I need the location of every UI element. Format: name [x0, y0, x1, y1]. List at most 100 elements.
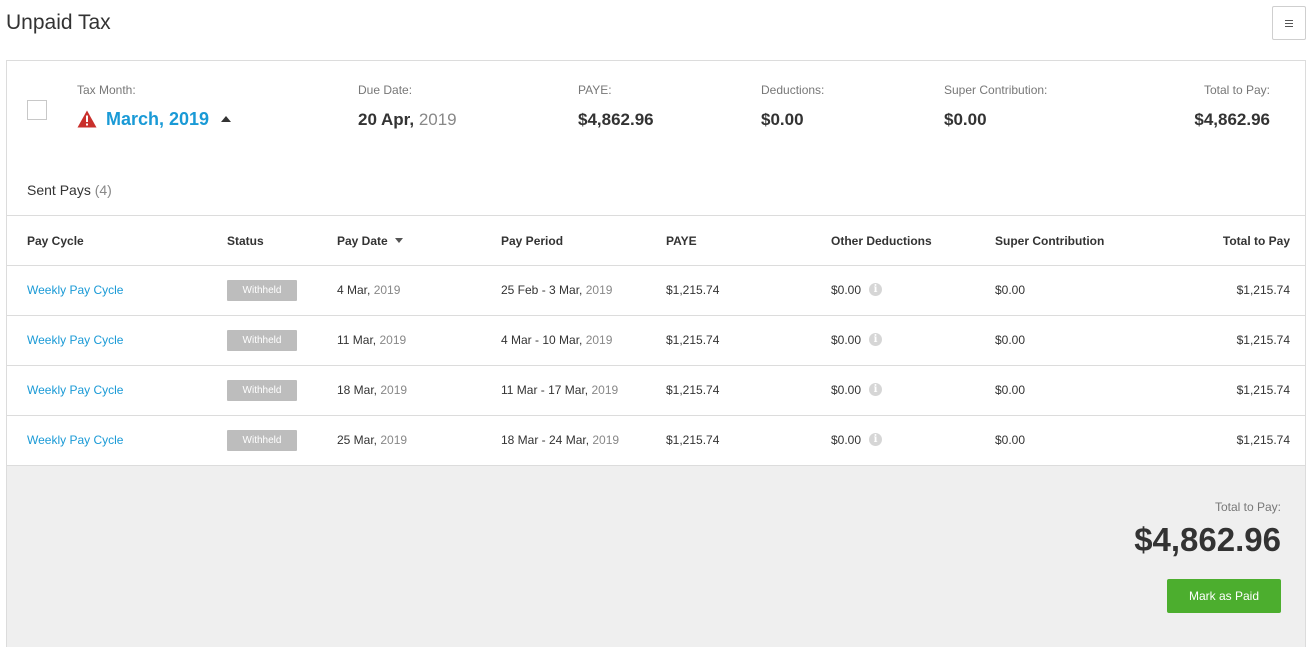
super-contribution-cell: $0.00 — [995, 383, 1026, 397]
due-date-column: Due Date: 20 Apr, 2019 — [358, 83, 457, 131]
super-contribution-column: Super Contribution: $0.00 — [944, 83, 1047, 131]
pay-period-year: 2019 — [591, 383, 619, 397]
paye-label: PAYE: — [578, 83, 612, 97]
pay-date-year: 2019 — [373, 283, 401, 297]
header-paye[interactable]: PAYE — [666, 216, 697, 266]
paye-cell: $1,215.74 — [666, 283, 720, 297]
pay-cycle-link[interactable]: Weekly Pay Cycle — [27, 383, 123, 397]
pay-period-year: 2019 — [585, 283, 613, 297]
paye-column: PAYE: $4,862.96 — [578, 83, 654, 131]
pay-period-range: 25 Feb - 3 Mar, — [501, 283, 583, 297]
pay-period-range: 4 Mar - 10 Mar, — [501, 333, 583, 347]
menu-icon — [1285, 19, 1293, 27]
total-to-pay-cell: $1,215.74 — [1236, 433, 1290, 447]
pay-date-year: 2019 — [380, 383, 408, 397]
paye-cell: $1,215.74 — [666, 433, 720, 447]
pay-date-cell: 18 Mar, 2019 — [337, 366, 407, 415]
deductions-value: $0.00 — [761, 110, 804, 129]
due-date-day: 20 Apr, — [358, 110, 415, 129]
pay-period-cell: 18 Mar - 24 Mar, 2019 — [501, 416, 619, 465]
other-deductions-value: $0.00 — [831, 333, 862, 347]
header-status[interactable]: Status — [227, 216, 264, 266]
other-deductions-value: $0.00 — [831, 283, 862, 297]
pay-date-year: 2019 — [380, 433, 408, 447]
header-pay-date-label: Pay Date — [337, 234, 388, 248]
sort-down-icon[interactable] — [394, 238, 403, 244]
select-tax-month-checkbox[interactable] — [27, 100, 47, 120]
info-icon[interactable]: i — [869, 333, 883, 347]
header-total-to-pay[interactable]: Total to Pay — [1223, 216, 1290, 266]
unpaid-tax-card: Tax Month: March, 2019 Due Date: 20 Apr,… — [6, 60, 1306, 647]
mark-as-paid-button[interactable]: Mark as Paid — [1167, 579, 1281, 613]
due-date-label: Due Date: — [358, 83, 413, 97]
table-row: Weekly Pay Cycle Withheld 18 Mar, 2019 1… — [7, 366, 1305, 416]
total-to-pay-cell: $1,215.74 — [1236, 333, 1290, 347]
info-icon[interactable]: i — [869, 283, 883, 297]
pay-date-day: 4 Mar, — [337, 283, 371, 297]
pay-cycle-link[interactable]: Weekly Pay Cycle — [27, 333, 123, 347]
pay-date-day: 18 Mar, — [337, 383, 378, 397]
page-title: Unpaid Tax — [6, 11, 111, 34]
total-to-pay-label: Total to Pay: — [1203, 83, 1270, 97]
pay-cycle-link[interactable]: Weekly Pay Cycle — [27, 283, 123, 297]
info-icon[interactable]: i — [869, 383, 883, 397]
table-header-row: Pay Cycle Status Pay Date Pay Period PAY… — [7, 215, 1305, 266]
status-badge: Withheld — [227, 380, 297, 402]
pay-period-cell: 4 Mar - 10 Mar, 2019 — [501, 316, 612, 365]
other-deductions-cell: $0.00 i — [831, 266, 883, 315]
tax-month-link[interactable]: March, 2019 — [106, 108, 209, 130]
pay-period-cell: 11 Mar - 17 Mar, 2019 — [501, 366, 618, 415]
header-pay-date[interactable]: Pay Date — [337, 216, 403, 266]
super-contribution-cell: $0.00 — [995, 333, 1026, 347]
status-badge: Withheld — [227, 280, 297, 302]
pay-date-cell: 4 Mar, 2019 — [337, 266, 400, 315]
super-contribution-value: $0.00 — [944, 110, 987, 129]
warning-icon — [77, 110, 97, 128]
pay-date-cell: 11 Mar, 2019 — [337, 316, 406, 365]
pay-date-day: 11 Mar, — [337, 333, 377, 347]
sent-pays-table: Pay Cycle Status Pay Date Pay Period PAY… — [7, 215, 1305, 466]
total-to-pay-column: Total to Pay: $4,862.96 — [1194, 83, 1270, 131]
tax-month-column: Tax Month: March, 2019 — [77, 83, 232, 130]
total-to-pay-cell: $1,215.74 — [1236, 383, 1290, 397]
table-row: Weekly Pay Cycle Withheld 25 Mar, 2019 1… — [7, 416, 1305, 466]
header-pay-period[interactable]: Pay Period — [501, 216, 563, 266]
total-to-pay-value: $4,862.96 — [1194, 110, 1270, 129]
other-deductions-value: $0.00 — [831, 383, 862, 397]
pay-cycle-link[interactable]: Weekly Pay Cycle — [27, 433, 123, 447]
pay-period-range: 18 Mar - 24 Mar, — [501, 433, 590, 447]
paye-cell: $1,215.74 — [666, 333, 720, 347]
pay-period-year: 2019 — [592, 433, 620, 447]
due-date-year: 2019 — [418, 110, 457, 129]
caret-up-icon[interactable] — [221, 116, 232, 122]
header-pay-cycle[interactable]: Pay Cycle — [27, 216, 84, 266]
info-icon[interactable]: i — [869, 433, 883, 447]
other-deductions-value: $0.00 — [831, 433, 862, 447]
payment-footer: Total to Pay: $4,862.96 Mark as Paid — [7, 466, 1305, 647]
super-contribution-cell: $0.00 — [995, 283, 1026, 297]
super-contribution-cell: $0.00 — [995, 433, 1026, 447]
header-other-deductions[interactable]: Other Deductions — [831, 216, 932, 266]
sent-pays-heading: Sent Pays (4) — [27, 182, 112, 198]
paye-value: $4,862.96 — [578, 110, 654, 129]
pay-period-cell: 25 Feb - 3 Mar, 2019 — [501, 266, 612, 315]
due-date-value: 20 Apr, 2019 — [358, 109, 457, 131]
status-badge: Withheld — [227, 430, 297, 452]
paye-cell: $1,215.74 — [666, 383, 720, 397]
tax-month-label: Tax Month: — [77, 83, 136, 97]
footer-total-value: $4,862.96 — [1134, 521, 1281, 558]
pay-period-range: 11 Mar - 17 Mar, — [501, 383, 589, 397]
super-contribution-label: Super Contribution: — [944, 83, 1048, 97]
pay-period-year: 2019 — [585, 333, 613, 347]
pay-date-year: 2019 — [379, 333, 407, 347]
table-row: Weekly Pay Cycle Withheld 4 Mar, 2019 25… — [7, 266, 1305, 316]
table-row: Weekly Pay Cycle Withheld 11 Mar, 2019 4… — [7, 316, 1305, 366]
menu-button[interactable] — [1272, 6, 1306, 40]
pay-date-day: 25 Mar, — [337, 433, 378, 447]
deductions-label: Deductions: — [761, 83, 825, 97]
other-deductions-cell: $0.00 i — [831, 316, 883, 365]
header-super-contribution[interactable]: Super Contribution — [995, 216, 1104, 266]
other-deductions-cell: $0.00 i — [831, 416, 883, 465]
other-deductions-cell: $0.00 i — [831, 366, 883, 415]
total-to-pay-cell: $1,215.74 — [1236, 283, 1290, 297]
